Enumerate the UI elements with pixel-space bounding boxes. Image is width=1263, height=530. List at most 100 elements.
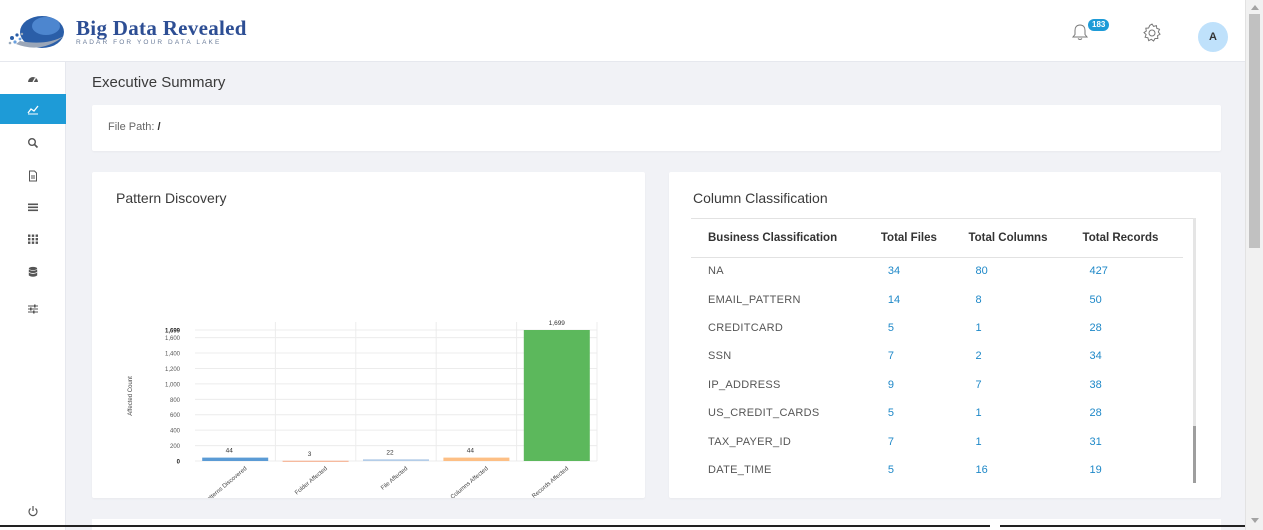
cell-count[interactable]: 9 — [871, 371, 959, 399]
bell-icon[interactable] — [1070, 22, 1090, 42]
power-icon — [28, 506, 38, 517]
y-tick-label: 1,600 — [165, 336, 181, 342]
bar-value-label: 44 — [467, 448, 475, 455]
table-row[interactable]: EMAIL_PATTERN 14 8 50 — [691, 285, 1183, 313]
x-tick-label: Records Affected — [531, 466, 570, 498]
header-total-files[interactable]: Total Files — [870, 219, 959, 258]
notification-badge[interactable]: 183 — [1088, 19, 1110, 31]
y-tick-label: 1,200 — [165, 367, 181, 373]
divider-line — [1000, 525, 1245, 527]
cell-count[interactable]: 50 — [1073, 285, 1183, 313]
cell-count[interactable]: 5 — [871, 399, 959, 427]
cell-classification: EMAIL_PATTERN — [708, 293, 801, 306]
cell-classification: CREDITCARD — [708, 321, 784, 334]
bar — [282, 460, 349, 462]
x-tick-label: Folder Affected — [294, 466, 329, 496]
sidebar-item-logout[interactable] — [0, 496, 66, 526]
cell-count[interactable]: 1 — [958, 427, 1072, 455]
header-total-columns[interactable]: Total Columns — [958, 219, 1073, 258]
file-path: File Path: / — [108, 121, 161, 133]
cell-count[interactable]: 34 — [1073, 342, 1183, 370]
cell-count[interactable]: 19 — [1073, 456, 1183, 484]
scroll-down-arrow[interactable] — [1251, 518, 1259, 523]
y-tick-label: 1,699 — [165, 329, 181, 335]
bar-value-label: 44 — [226, 448, 234, 455]
brand[interactable]: Big Data Revealed RADAR FOR YOUR DATA LA… — [76, 16, 247, 47]
cell-count[interactable]: 7 — [871, 342, 959, 370]
sidebar-item-analytics[interactable] — [0, 94, 66, 124]
gear-icon[interactable] — [1141, 22, 1163, 44]
table-row[interactable]: CREDITCARD 5 1 28 — [691, 314, 1183, 342]
header-total-records[interactable]: Total Records — [1072, 219, 1183, 258]
table-row[interactable]: TAX_PAYER_ID 7 1 31 — [691, 427, 1183, 455]
header-business-classification[interactable]: Business Classification — [691, 219, 871, 258]
cell-count[interactable]: 1 — [958, 399, 1072, 427]
table-header-row: Business Classification Total Files Tota… — [691, 219, 1183, 258]
cell-count[interactable]: 2 — [958, 342, 1072, 370]
bar-value-label: 1,699 — [549, 320, 566, 327]
x-tick-label: File Affected — [380, 466, 409, 492]
top-bar: Big Data Revealed RADAR FOR YOUR DATA LA… — [0, 0, 1245, 62]
cell-classification: DATE_TIME — [708, 463, 772, 476]
cell-classification: TAX_PAYER_ID — [708, 435, 792, 448]
pattern-discovery-card: Pattern Discovery 0 200 400 600 800 1,000 1,20… — [92, 172, 645, 498]
cell-count[interactable]: 34 — [871, 257, 959, 285]
file-path-value: / — [157, 121, 161, 133]
dashboard-icon — [28, 77, 38, 83]
cell-count[interactable]: 28 — [1073, 399, 1183, 427]
table-row[interactable]: IP_ADDRESS 9 7 38 — [691, 371, 1183, 399]
cell-count[interactable]: 31 — [1073, 427, 1183, 455]
cell-count[interactable]: 14 — [871, 285, 959, 313]
sidebar-item-documents[interactable] — [0, 161, 66, 191]
cell-count[interactable]: 38 — [1073, 371, 1183, 399]
cell-classification: US_CREDIT_CARDS — [708, 407, 820, 420]
sidebar-item-search[interactable] — [0, 128, 66, 158]
table-row[interactable]: DATE_TIME 5 16 19 — [691, 456, 1183, 484]
pattern-discovery-chart: 02004006008001,0001,2001,4001,6001,699Af… — [128, 320, 598, 498]
table-row[interactable]: NA 34 80 427 — [691, 257, 1183, 285]
cell-count[interactable]: 5 — [871, 456, 959, 484]
cell-count[interactable]: 5 — [871, 314, 959, 342]
table-row[interactable]: US_CREDIT_CARDS 5 1 28 — [691, 399, 1183, 427]
cell-count[interactable]: 7 — [958, 371, 1072, 399]
column-classification-card: Column Classification Business Classific… — [669, 172, 1221, 498]
bar — [363, 459, 429, 461]
brand-title: Big Data Revealed — [76, 16, 247, 40]
sidebar-item-list[interactable] — [0, 192, 66, 222]
cell-classification: SSN — [708, 350, 732, 363]
cell-count[interactable]: 8 — [958, 285, 1072, 313]
table-row[interactable]: SSN 7 2 34 — [691, 342, 1183, 370]
y-tick-label: 1,000 — [165, 382, 181, 388]
sidebar-item-settings[interactable] — [0, 294, 66, 324]
classification-table-wrap: Business Classification Total Files Tota… — [691, 218, 1195, 484]
cell-count[interactable]: 28 — [1073, 314, 1183, 342]
cell-count[interactable]: 7 — [871, 427, 959, 455]
scroll-up-arrow[interactable] — [1251, 5, 1259, 10]
table-scrollbar[interactable] — [1193, 218, 1196, 483]
scroll-thumb[interactable] — [1249, 14, 1260, 248]
list-icon — [28, 203, 38, 212]
x-tick-label: Columns Affected — [450, 466, 490, 498]
y-tick-label: 0 — [177, 460, 181, 466]
cell-count[interactable]: 16 — [958, 456, 1072, 484]
sidebar-item-grid[interactable] — [0, 224, 66, 254]
cell-count[interactable]: 1 — [958, 314, 1072, 342]
sidebar-item-dashboard[interactable] — [0, 64, 66, 94]
table-scroll-thumb[interactable] — [1193, 426, 1196, 483]
bar — [443, 457, 510, 461]
sidebar — [0, 62, 66, 530]
page-scrollbar[interactable] — [1245, 0, 1263, 530]
logo-icon[interactable] — [6, 8, 68, 54]
search-icon — [28, 138, 39, 149]
brand-subtitle: RADAR FOR YOUR DATA LAKE — [76, 39, 222, 46]
sidebar-item-database[interactable] — [0, 257, 66, 287]
bar-value-label: 22 — [386, 449, 394, 456]
cell-count[interactable]: 80 — [958, 257, 1072, 285]
sliders-icon — [28, 304, 38, 314]
grid-icon — [28, 234, 38, 244]
line-chart-icon — [27, 105, 39, 115]
avatar[interactable]: A — [1198, 22, 1228, 52]
file-path-label: File Path: — [108, 121, 155, 133]
cell-classification: IP_ADDRESS — [708, 378, 781, 391]
cell-count[interactable]: 427 — [1073, 257, 1183, 285]
